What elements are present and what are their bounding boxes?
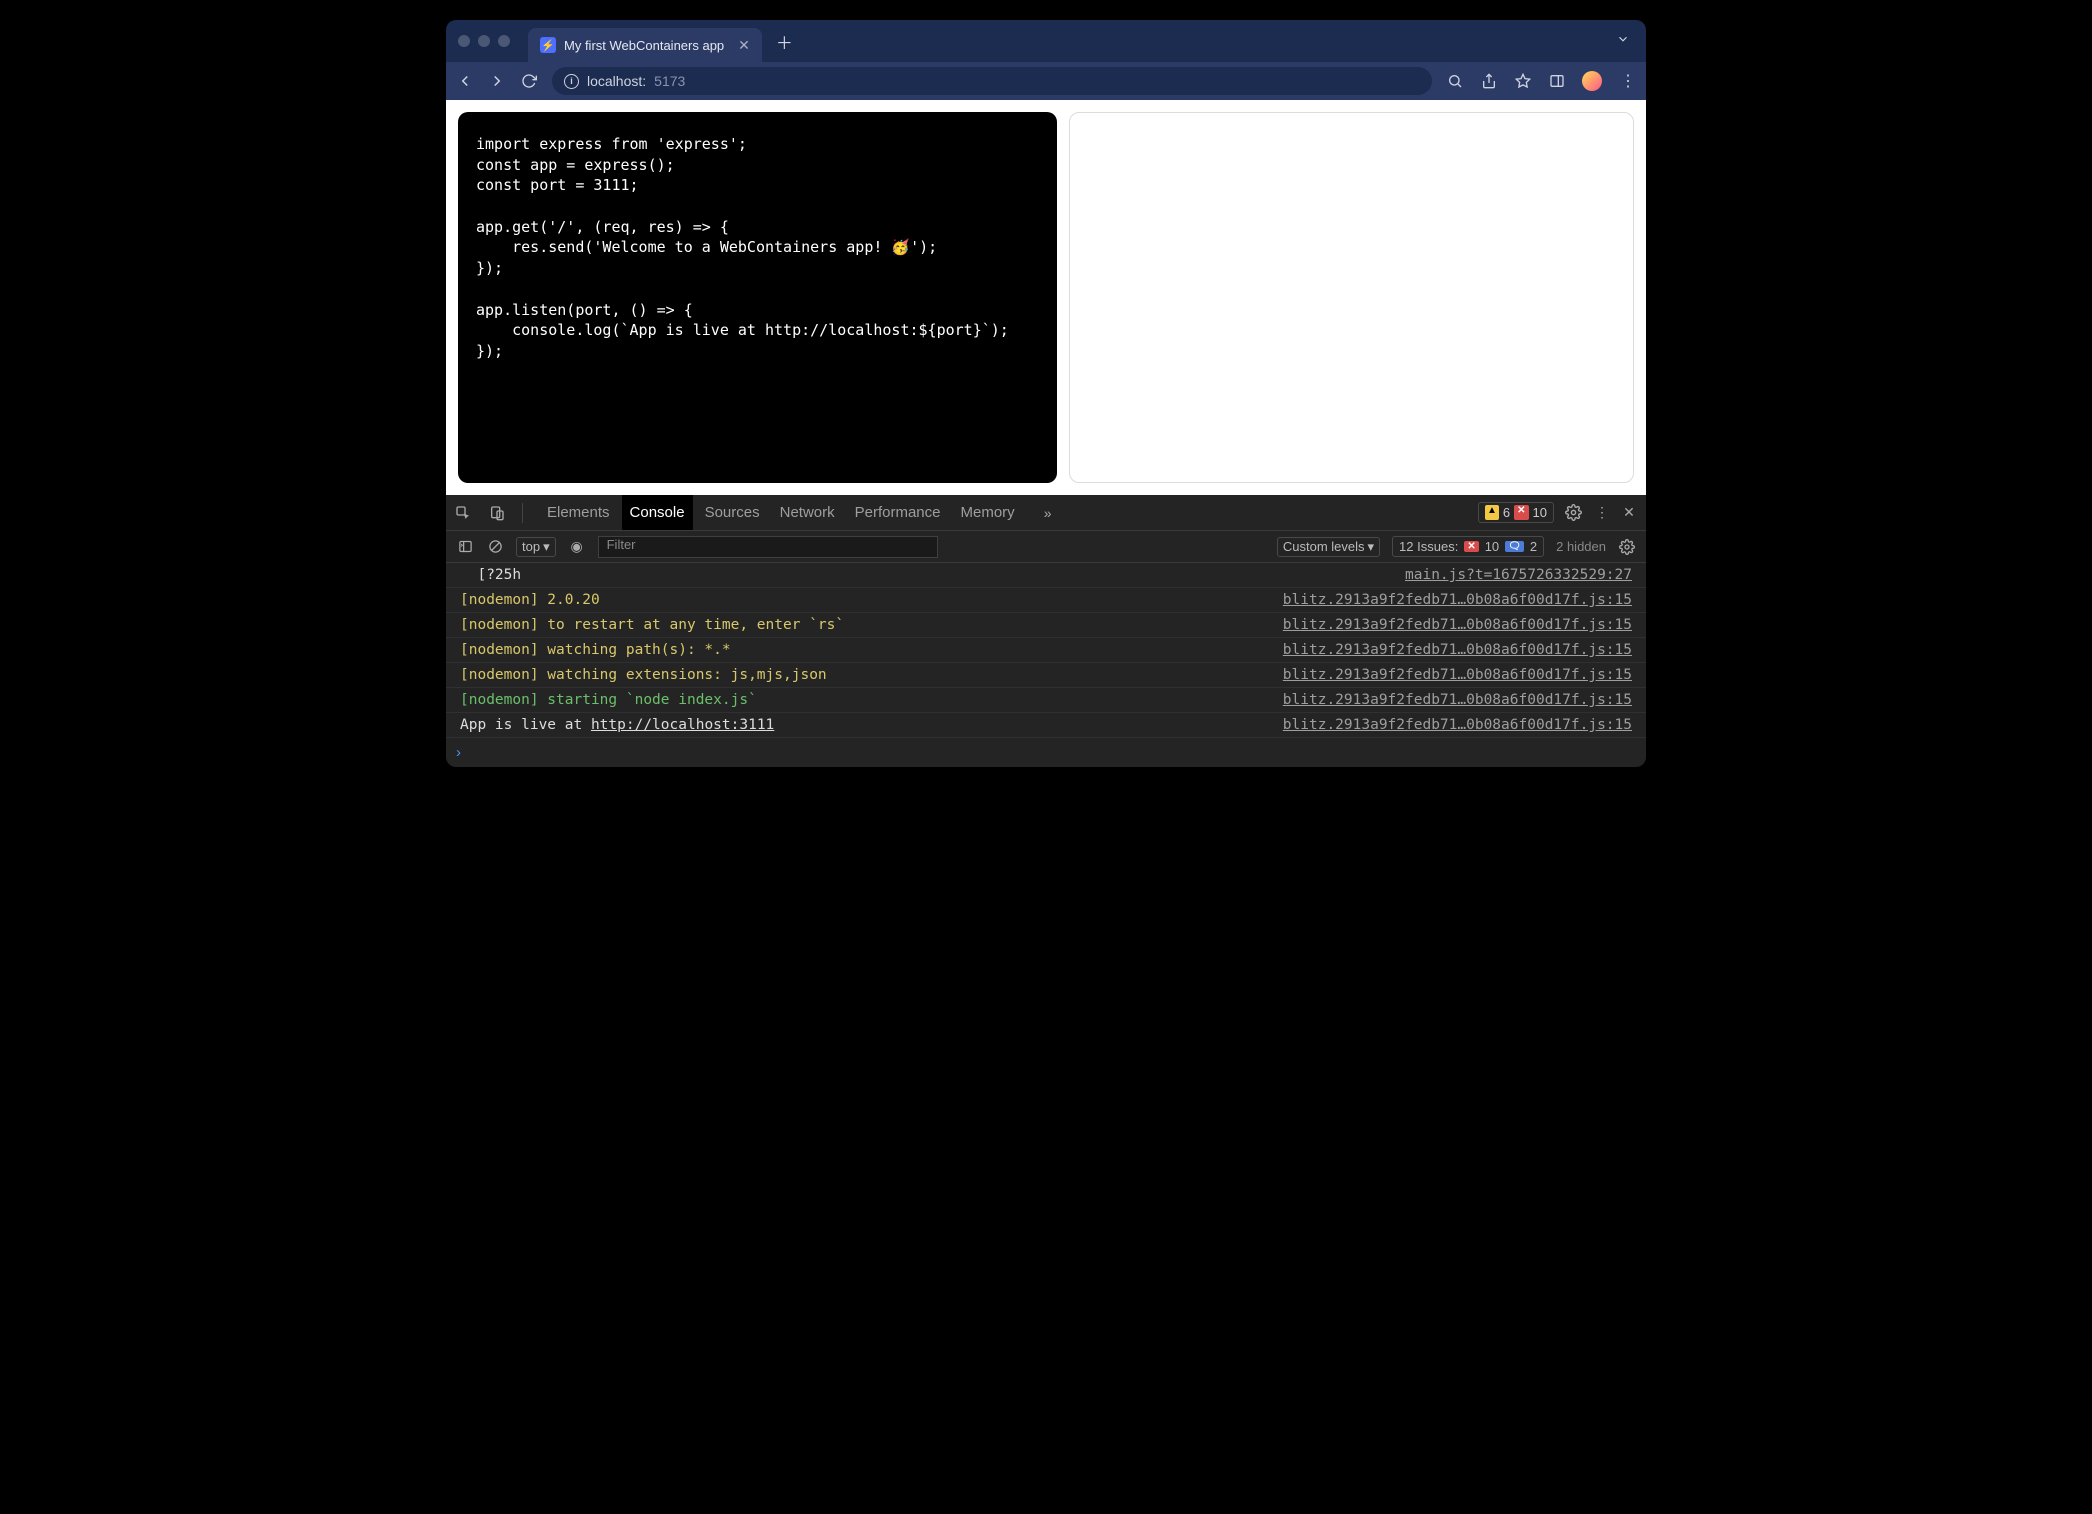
search-icon[interactable] bbox=[1446, 72, 1464, 90]
log-source-link[interactable]: main.js?t=1675726332529:27 bbox=[1405, 567, 1632, 583]
log-source-link[interactable]: blitz.2913a9f2fedb71…0b08a6f00d17f.js:15 bbox=[1283, 692, 1632, 708]
devtools-menu-icon[interactable]: ⋮ bbox=[1592, 504, 1610, 522]
console-prompt[interactable]: › bbox=[446, 738, 1646, 767]
share-icon[interactable] bbox=[1480, 72, 1498, 90]
warning-count: 6 bbox=[1503, 505, 1510, 520]
new-tab-button[interactable]: ＋ bbox=[776, 29, 793, 54]
address-bar[interactable]: i localhost: 5173 bbox=[552, 67, 1432, 95]
chevron-down-icon: ▾ bbox=[543, 539, 550, 555]
profile-avatar[interactable] bbox=[1582, 71, 1602, 91]
log-source-link[interactable]: blitz.2913a9f2fedb71…0b08a6f00d17f.js:15 bbox=[1283, 642, 1632, 658]
console-settings-icon[interactable] bbox=[1618, 538, 1636, 556]
maximize-window-button[interactable] bbox=[498, 35, 510, 47]
inspect-element-icon[interactable] bbox=[454, 504, 472, 522]
chevron-down-icon: ▾ bbox=[1368, 539, 1375, 555]
devtools-tab-sources[interactable]: Sources bbox=[697, 495, 768, 530]
site-info-icon[interactable]: i bbox=[564, 74, 579, 89]
issues-label: 12 Issues: bbox=[1399, 539, 1458, 554]
preview-frame bbox=[1069, 112, 1634, 483]
log-message: [nodemon] starting `node index.js` bbox=[460, 692, 1283, 708]
sidepanel-icon[interactable] bbox=[1548, 72, 1566, 90]
log-link[interactable]: http://localhost:3111 bbox=[591, 717, 774, 733]
hidden-count[interactable]: 2 hidden bbox=[1556, 539, 1606, 554]
devtools-settings-icon[interactable] bbox=[1564, 504, 1582, 522]
forward-button[interactable] bbox=[488, 72, 506, 90]
devtools-tab-memory[interactable]: Memory bbox=[953, 495, 1023, 530]
tab-strip: ⚡ My first WebContainers app ✕ ＋ bbox=[446, 20, 1646, 62]
close-window-button[interactable] bbox=[458, 35, 470, 47]
browser-toolbar: i localhost: 5173 ⋮ bbox=[446, 62, 1646, 100]
log-message: [nodemon] to restart at any time, enter … bbox=[460, 617, 1283, 633]
url-host: localhost: bbox=[587, 73, 646, 89]
code-editor[interactable]: import express from 'express'; const app… bbox=[458, 112, 1057, 483]
browser-window: ⚡ My first WebContainers app ✕ ＋ i local… bbox=[446, 20, 1646, 767]
log-message: [?25h bbox=[460, 567, 1405, 583]
error-count: 10 bbox=[1533, 505, 1547, 520]
devtools-close-icon[interactable]: ✕ bbox=[1620, 504, 1638, 522]
log-row: [nodemon] watching extensions: js,mjs,js… bbox=[446, 663, 1646, 688]
log-source-link[interactable]: blitz.2913a9f2fedb71…0b08a6f00d17f.js:15 bbox=[1283, 592, 1632, 608]
devtools-tab-console[interactable]: Console bbox=[622, 495, 693, 530]
devtools-tab-elements[interactable]: Elements bbox=[539, 495, 618, 530]
log-row: [nodemon] to restart at any time, enter … bbox=[446, 613, 1646, 638]
log-row: [nodemon] 2.0.20blitz.2913a9f2fedb71…0b0… bbox=[446, 588, 1646, 613]
warning-error-badges[interactable]: ▲ 6 ✕ 10 bbox=[1478, 502, 1554, 523]
context-selector[interactable]: top ▾ bbox=[516, 537, 556, 557]
devtools-tab-network[interactable]: Network bbox=[772, 495, 843, 530]
log-message: [nodemon] watching extensions: js,mjs,js… bbox=[460, 667, 1283, 683]
tabs-dropdown-button[interactable] bbox=[1616, 32, 1638, 51]
log-row: [nodemon] watching path(s): *.*blitz.291… bbox=[446, 638, 1646, 663]
traffic-lights bbox=[458, 35, 510, 47]
console-toolbar: top ▾ ◉ Filter Custom levels ▾ 12 Issues… bbox=[446, 531, 1646, 563]
issues-badge[interactable]: 12 Issues: ✕10 🗨2 bbox=[1392, 536, 1544, 557]
devtools-panel: ElementsConsoleSourcesNetworkPerformance… bbox=[446, 495, 1646, 767]
minimize-window-button[interactable] bbox=[478, 35, 490, 47]
log-levels-selector[interactable]: Custom levels ▾ bbox=[1277, 537, 1380, 557]
reload-button[interactable] bbox=[520, 72, 538, 90]
tab-close-button[interactable]: ✕ bbox=[738, 37, 750, 54]
log-row: [?25hmain.js?t=1675726332529:27 bbox=[446, 563, 1646, 588]
console-filter-input[interactable]: Filter bbox=[598, 536, 938, 558]
log-message: [nodemon] 2.0.20 bbox=[460, 592, 1283, 608]
clear-console-icon[interactable] bbox=[486, 538, 504, 556]
bookmark-star-icon[interactable] bbox=[1514, 72, 1532, 90]
device-toggle-icon[interactable] bbox=[488, 504, 506, 522]
warning-icon: ▲ bbox=[1485, 505, 1499, 520]
menu-button[interactable]: ⋮ bbox=[1618, 72, 1636, 90]
back-button[interactable] bbox=[456, 72, 474, 90]
log-source-link[interactable]: blitz.2913a9f2fedb71…0b08a6f00d17f.js:15 bbox=[1283, 667, 1632, 683]
devtools-tab-performance[interactable]: Performance bbox=[847, 495, 949, 530]
log-source-link[interactable]: blitz.2913a9f2fedb71…0b08a6f00d17f.js:15 bbox=[1283, 717, 1632, 733]
log-message: [nodemon] watching path(s): *.* bbox=[460, 642, 1283, 658]
error-icon: ✕ bbox=[1514, 505, 1528, 520]
console-log: [?25hmain.js?t=1675726332529:27[nodemon]… bbox=[446, 563, 1646, 738]
info-icon: 🗨 bbox=[1505, 541, 1524, 552]
url-port: 5173 bbox=[654, 73, 685, 89]
console-sidebar-toggle-icon[interactable] bbox=[456, 538, 474, 556]
error-icon: ✕ bbox=[1464, 541, 1478, 552]
log-message: App is live at http://localhost:3111 bbox=[460, 717, 1283, 733]
live-expression-icon[interactable]: ◉ bbox=[568, 538, 586, 556]
bolt-icon: ⚡ bbox=[540, 37, 556, 53]
devtools-tab-bar: ElementsConsoleSourcesNetworkPerformance… bbox=[446, 495, 1646, 531]
log-source-link[interactable]: blitz.2913a9f2fedb71…0b08a6f00d17f.js:15 bbox=[1283, 617, 1632, 633]
browser-tab[interactable]: ⚡ My first WebContainers app ✕ bbox=[528, 28, 762, 62]
more-tabs-icon[interactable]: » bbox=[1039, 504, 1057, 522]
log-row: [nodemon] starting `node index.js`blitz.… bbox=[446, 688, 1646, 713]
tab-title: My first WebContainers app bbox=[564, 38, 724, 53]
log-row: App is live at http://localhost:3111blit… bbox=[446, 713, 1646, 738]
page-content: import express from 'express'; const app… bbox=[446, 100, 1646, 495]
